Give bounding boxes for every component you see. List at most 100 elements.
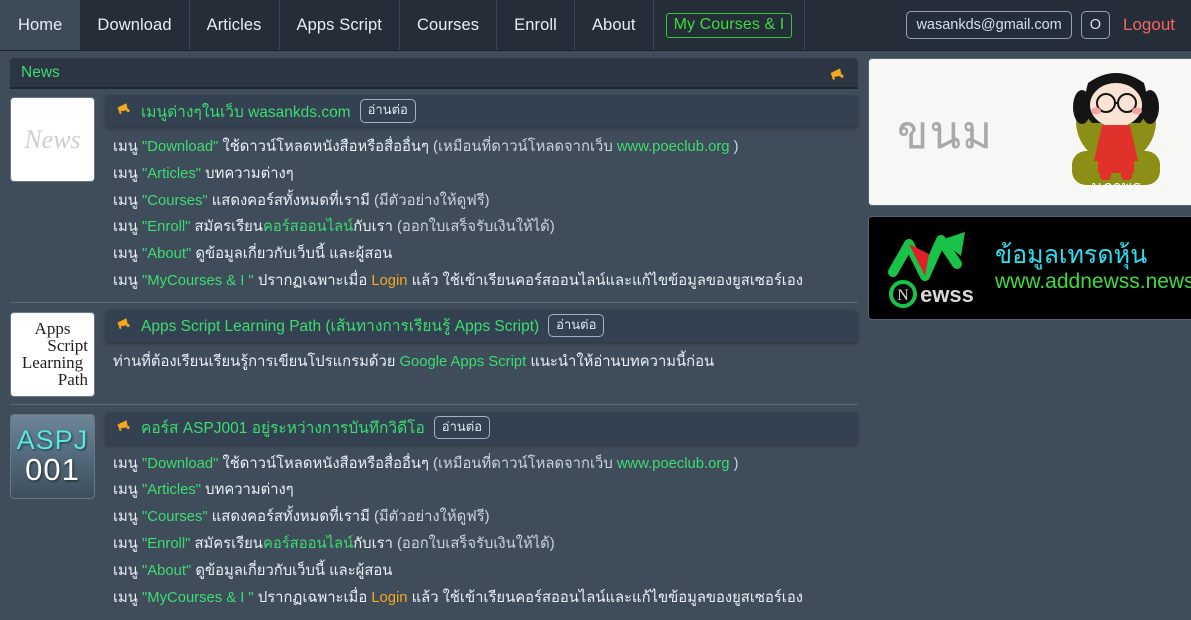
girl-mascot-icon: นภาพร <box>1058 65 1174 197</box>
article-text-line: ท่านที่ต้องเรียนเรียนรู้การเขียนโปรแกรมด… <box>113 349 858 376</box>
inline-text: เมนู <box>113 272 143 289</box>
inline-link[interactable]: "MyCourses & I " <box>142 273 254 289</box>
svg-text:N: N <box>897 287 909 304</box>
article-text-line: เมนู "Articles" บทความต่างๆ <box>113 477 858 504</box>
article-thumbnail[interactable]: Apps Script Learning Path <box>10 311 95 397</box>
article-text-line: เมนู "Courses" แสดงคอร์สทั้งหมดที่เรามี … <box>113 504 858 531</box>
inline-text: (เหมือนที่ดาวน์โหลดจากเว็บ <box>433 139 617 155</box>
inline-text: บทความต่างๆ <box>201 482 294 499</box>
inline-link[interactable]: Login <box>371 590 407 606</box>
nav-tab-download[interactable]: Download <box>80 0 190 50</box>
nav-tab-label: My Courses & I <box>665 12 793 38</box>
sidebar-column: ขนม นภาพร N ewss ข้อมูลเทรดหุ้น www.addn… <box>868 58 1191 620</box>
inline-link[interactable]: "MyCourses & I " <box>142 590 254 606</box>
article-body: คอร์ส ASPJ001 อยู่ระหว่างการบันทึกวิดีโอ… <box>105 411 858 612</box>
inline-text: ปรากฏเฉพาะเมื่อ <box>253 272 372 289</box>
read-more-button[interactable]: อ่านต่อ <box>359 99 416 123</box>
inline-link[interactable]: www.poeclub.org <box>617 456 730 472</box>
thumbnail-text-line: Path <box>57 370 88 390</box>
inline-link[interactable]: Login <box>371 273 407 289</box>
inline-link[interactable]: "Courses" <box>142 193 208 209</box>
nav-tab-enroll[interactable]: Enroll <box>497 0 575 50</box>
nav-tab-about[interactable]: About <box>575 0 654 50</box>
article-thumbnail[interactable]: ASPJ 001 <box>10 413 95 499</box>
article-item: Apps Script Learning Path Apps Script Learni… <box>10 309 858 405</box>
article-title[interactable]: เมนูต่างๆในเว็บ wasankds.com <box>141 99 351 124</box>
inline-link[interactable]: "Articles" <box>142 166 201 182</box>
account-email-button[interactable]: wasankds@gmail.com <box>906 11 1072 39</box>
inline-link[interactable]: "Download" <box>142 456 218 472</box>
article-text-line: เมนู "Articles" บทความต่างๆ <box>113 161 858 188</box>
inline-text: แนะนำให้อ่านบทความนี้ก่อน <box>526 353 715 370</box>
article-body: เมนูต่างๆในเว็บ wasankds.com อ่านต่อเมนู … <box>105 95 858 295</box>
inline-text: เมนู <box>113 589 143 606</box>
article-text-line: เมนู "Download" ใช้ดาวน์โหลดหนังสือหรือส… <box>113 134 858 161</box>
ad-banner-newss[interactable]: N ewss ข้อมูลเทรดหุ้น www.addnewss.news <box>868 216 1191 320</box>
thumbnail-text-line: 001 <box>25 452 80 488</box>
inline-text: (เหมือนที่ดาวน์โหลดจากเว็บ <box>433 455 617 472</box>
inline-text: ใช้ดาวน์โหลดหนังสือหรือสื่ออื่นๆ <box>218 455 434 472</box>
nav-tab-my-courses-i[interactable]: My Courses & I <box>654 0 806 50</box>
avatar-button[interactable]: O <box>1080 11 1110 39</box>
article-text-line: เมนู "Enroll" สมัครเรียนคอร์สออนไลน์กับเ… <box>113 531 858 558</box>
nav-tab-home[interactable]: Home <box>0 0 81 50</box>
inline-link[interactable]: "About" <box>142 246 191 262</box>
thumbnail-text-line: Learning <box>21 353 84 373</box>
inline-link[interactable]: www.poeclub.org <box>617 139 730 155</box>
main-column: News News เมนูต่างๆในเว็บ wasankds.com อ่า… <box>10 58 858 620</box>
thumbnail-text-line: ASPJ <box>16 425 89 456</box>
article-title[interactable]: คอร์ส ASPJ001 อยู่ระหว่างการบันทึกวิดีโอ <box>141 415 425 440</box>
inline-text: ใช้ดาวน์โหลดหนังสือหรือสื่ออื่นๆ <box>218 139 434 155</box>
inline-link[interactable]: "Download" <box>142 139 218 155</box>
read-more-button[interactable]: อ่านต่อ <box>433 416 491 440</box>
nav-tab-apps-script[interactable]: Apps Script <box>280 0 400 50</box>
inline-link[interactable]: "Enroll" <box>142 219 190 235</box>
ad-banner-kanom[interactable]: ขนม นภาพร <box>868 58 1191 206</box>
inline-link[interactable]: "Articles" <box>142 482 201 498</box>
nav-tab-label: Enroll <box>514 15 557 34</box>
inline-text: (มีตัวอย่างให้ดูฟรี) <box>373 509 490 526</box>
top-navigation-bar: Home Download Articles Apps Script Courses En… <box>0 0 1191 51</box>
inline-text: เมนู <box>113 139 143 155</box>
inline-link[interactable]: "Courses" <box>142 509 208 525</box>
logout-link[interactable]: Logout <box>1119 15 1179 35</box>
ad-newss-text: ข้อมูลเทรดหุ้น www.addnewss.news <box>995 241 1191 296</box>
nav-tab-courses[interactable]: Courses <box>400 0 498 50</box>
inline-link[interactable]: "About" <box>142 563 191 579</box>
inline-text: สมัครเรียน <box>190 536 263 553</box>
page-content: News News เมนูต่างๆในเว็บ wasankds.com อ่า… <box>0 51 1191 620</box>
nav-tab-articles[interactable]: Articles <box>190 0 280 50</box>
inline-text: สมัครเรียน <box>190 219 263 236</box>
article-thumbnail-wrap: ASPJ 001 <box>10 412 97 612</box>
megaphone-icon <box>115 417 132 439</box>
megaphone-icon[interactable] <box>828 65 846 88</box>
inline-text: บทความต่างๆ <box>201 165 294 182</box>
article-title[interactable]: Apps Script Learning Path (เส้นทางการเรี… <box>141 313 539 338</box>
article-lines: ท่านที่ต้องเรียนเรียนรู้การเขียนโปรแกรมด… <box>105 342 858 376</box>
inline-text: เมนู <box>113 192 143 209</box>
inline-link[interactable]: คอร์สออนไลน์ <box>263 219 353 235</box>
inline-text: เมนู <box>113 509 143 526</box>
megaphone-icon <box>115 315 132 337</box>
inline-link[interactable]: "Enroll" <box>142 536 190 552</box>
inline-link[interactable]: คอร์สออนไลน์ <box>263 536 353 552</box>
inline-text: กับเรา <box>353 536 397 553</box>
inline-text: เมนู <box>113 536 143 553</box>
ad-kanom-mascot-label: นภาพร <box>1091 179 1141 196</box>
article-text-line: เมนู "Download" ใช้ดาวน์โหลดหนังสือหรือส… <box>113 451 858 478</box>
newss-arrow-logo-icon: N ewss <box>879 220 985 317</box>
inline-link[interactable]: Google Apps Script <box>400 354 527 370</box>
megaphone-icon <box>115 100 132 122</box>
thumbnail-text-line: Apps <box>34 319 71 339</box>
read-more-button[interactable]: อ่านต่อ <box>548 314 605 338</box>
news-panel-header: News <box>10 58 858 89</box>
article-list: News เมนูต่างๆในเว็บ wasankds.com อ่านต่อเ… <box>10 95 858 618</box>
article-item: News เมนูต่างๆในเว็บ wasankds.com อ่านต่อเ… <box>10 95 858 303</box>
inline-text: (ออกใบเสร็จรับเงินให้ได้) <box>397 536 555 553</box>
article-lines: เมนู "Download" ใช้ดาวน์โหลดหนังสือหรือส… <box>105 444 858 612</box>
article-text-line: เมนู "Courses" แสดงคอร์สทั้งหมดที่เรามี … <box>113 188 858 215</box>
thumbnail-text: News <box>24 124 81 154</box>
article-text-line: เมนู "About" ดูข้อมูลเกี่ยวกับเว็บนี้ แล… <box>113 241 858 268</box>
article-thumbnail[interactable]: News <box>10 97 95 182</box>
nav-tab-label: Apps Script <box>296 15 382 34</box>
